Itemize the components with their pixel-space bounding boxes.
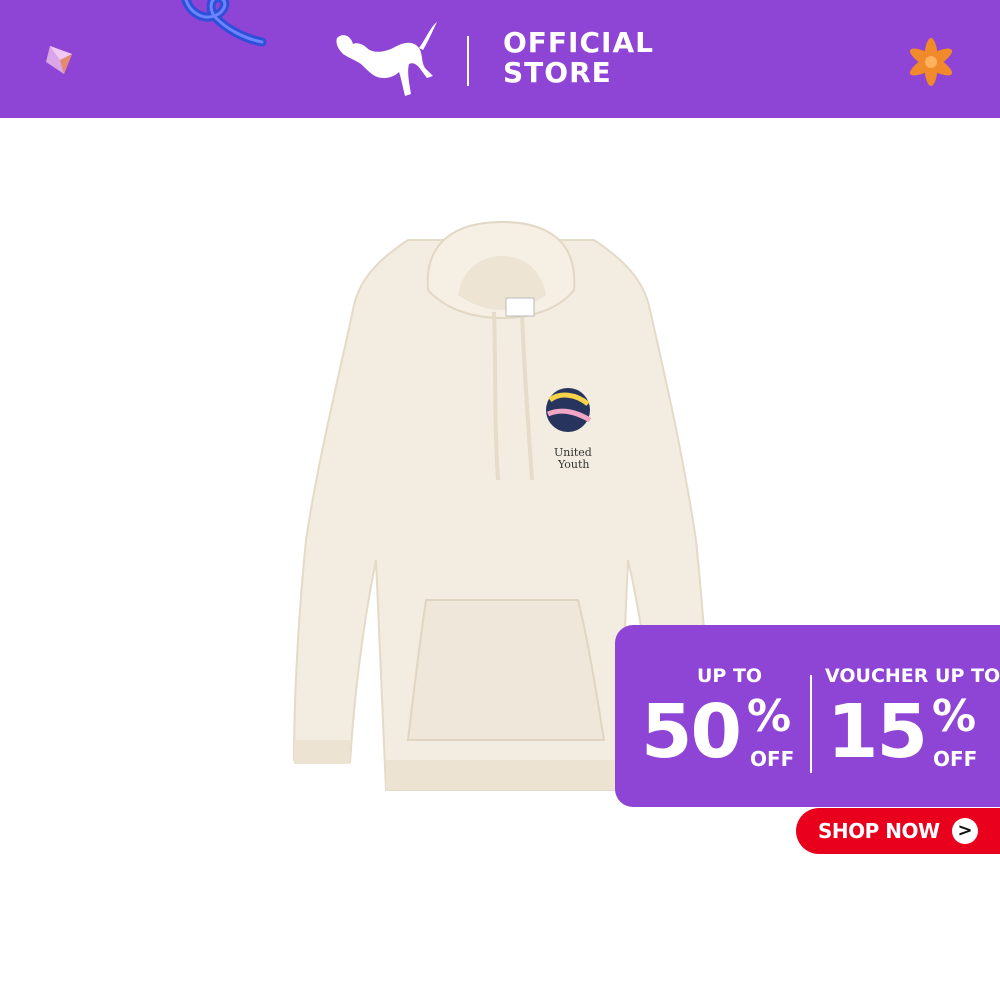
chevron-right-icon: >: [952, 818, 978, 844]
store-line-2: STORE: [503, 56, 612, 89]
promo-left-off: OFF: [750, 747, 795, 771]
promo-left-label: UP TO: [697, 665, 763, 687]
official-store-label: OFFICIAL STORE: [503, 28, 654, 88]
promo-left-value: 50: [641, 689, 742, 775]
chest-print-line-2: Youth: [557, 458, 590, 471]
asterisk-decoration-icon: [909, 38, 953, 86]
promo-divider: [810, 675, 812, 773]
shop-now-button[interactable]: SHOP NOW >: [796, 808, 1000, 854]
discount-promo-badge: UP TO 50 % OFF VOUCHER UP TO 15 % OFF: [615, 625, 1000, 807]
promo-right-label: VOUCHER UP TO: [825, 665, 1000, 687]
shop-now-label: SHOP NOW: [818, 819, 940, 843]
store-line-1: OFFICIAL: [503, 26, 654, 59]
promo-right-off: OFF: [933, 747, 978, 771]
header-divider: [467, 36, 469, 86]
gem-decoration-icon: [46, 46, 72, 74]
promo-right-percent: %: [932, 691, 977, 742]
swirl-decoration-icon: [181, 0, 267, 47]
store-header-banner: OFFICIAL STORE: [0, 0, 1000, 118]
promo-left-percent: %: [747, 691, 792, 742]
promo-right-value: 15: [827, 689, 928, 775]
puma-logo-icon: [336, 22, 437, 96]
